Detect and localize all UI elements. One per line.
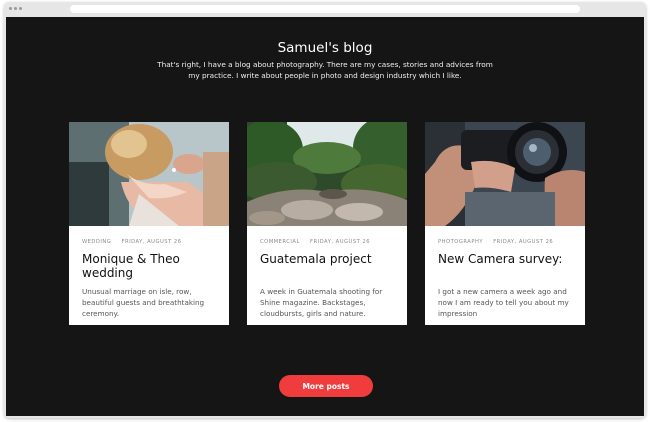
post-date: Friday, August 26 bbox=[121, 239, 182, 245]
post-category[interactable]: Wedding bbox=[82, 239, 111, 245]
window-controls bbox=[9, 7, 22, 10]
post-category[interactable]: Photography bbox=[438, 239, 483, 245]
window-dot-icon[interactable] bbox=[9, 7, 12, 10]
page-title: Samuel's blog bbox=[277, 40, 373, 56]
post-excerpt: A week in Guatemala shooting for Shine m… bbox=[260, 287, 383, 318]
post-image-wedding[interactable] bbox=[69, 122, 229, 226]
post-card[interactable]: Wedding Friday, August 26 Monique & Theo… bbox=[69, 122, 229, 325]
post-excerpt: Unusual marriage on isle, row, beautiful… bbox=[82, 287, 205, 318]
address-bar[interactable] bbox=[70, 5, 580, 13]
post-meta: Wedding Friday, August 26 bbox=[82, 239, 222, 245]
post-meta: Photography Friday, August 26 bbox=[438, 239, 578, 245]
page-intro: That's right, I have a blog about photog… bbox=[157, 60, 493, 80]
browser-chrome bbox=[4, 2, 646, 17]
post-title[interactable]: New Camera survey: bbox=[438, 252, 578, 266]
browser-window: Samuel's blog That's right, I have a blo… bbox=[4, 2, 646, 418]
post-card[interactable]: Photography Friday, August 26 New Camera… bbox=[425, 122, 585, 325]
post-meta: Commercial Friday, August 26 bbox=[260, 239, 400, 245]
post-title[interactable]: Guatemala project bbox=[260, 252, 400, 266]
post-excerpt: I got a new camera a week ago and now I … bbox=[438, 287, 569, 318]
post-image-guatemala[interactable] bbox=[247, 122, 407, 226]
post-date: Friday, August 26 bbox=[310, 239, 371, 245]
post-title[interactable]: Monique & Theo wedding bbox=[82, 252, 222, 280]
post-image-camera[interactable] bbox=[425, 122, 585, 226]
post-date: Friday, August 26 bbox=[493, 239, 554, 245]
post-category[interactable]: Commercial bbox=[260, 239, 300, 245]
more-posts-button[interactable]: More posts bbox=[279, 375, 373, 397]
post-card[interactable]: Commercial Friday, August 26 Guatemala p… bbox=[247, 122, 407, 325]
window-dot-icon[interactable] bbox=[19, 7, 22, 10]
page-viewport: Samuel's blog That's right, I have a blo… bbox=[6, 17, 644, 416]
window-dot-icon[interactable] bbox=[14, 7, 17, 10]
